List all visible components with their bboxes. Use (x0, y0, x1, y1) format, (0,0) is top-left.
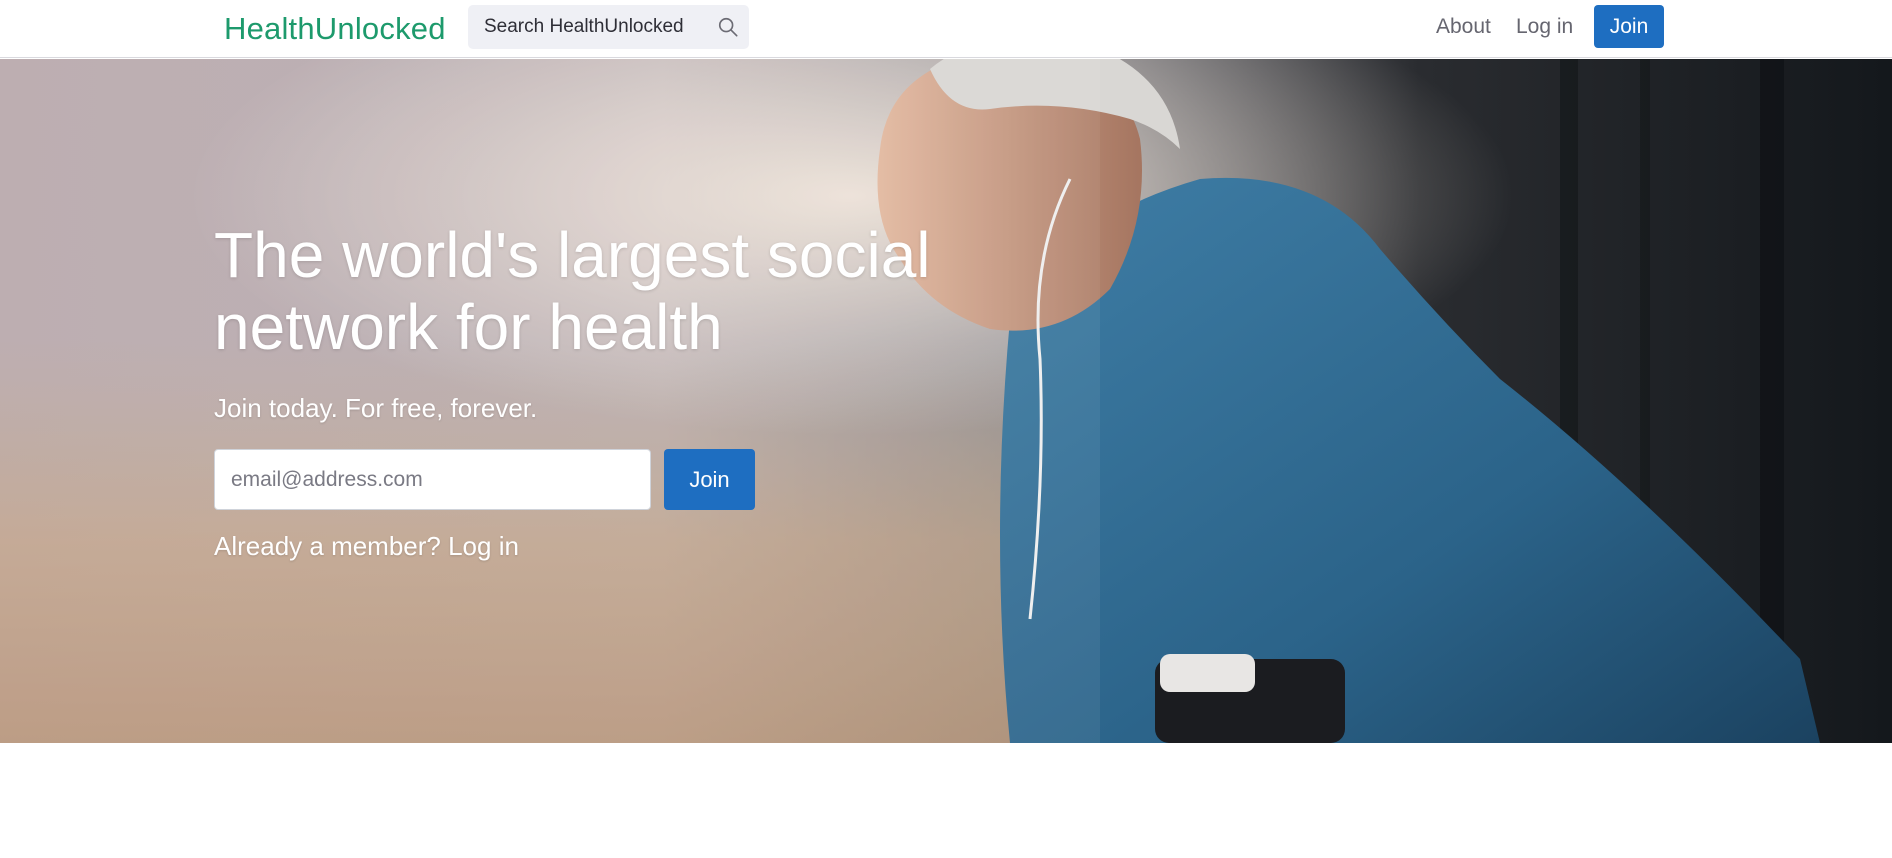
healthunlocked-logo[interactable]: HealthUnlocked (224, 10, 446, 48)
hero-subtitle: Join today. For free, forever. (214, 393, 538, 423)
nav-about-link[interactable]: About (1436, 0, 1491, 54)
already-member-login-link[interactable]: Already a member? Log in (214, 529, 519, 563)
hero-join-button[interactable]: Join (664, 449, 755, 510)
nav-join-button[interactable]: Join (1594, 5, 1664, 48)
hero-title: The world's largest social network for h… (214, 219, 931, 363)
search-icon[interactable] (717, 16, 739, 38)
email-input[interactable] (214, 449, 651, 510)
hero-section: The world's largest social network for h… (0, 59, 1892, 743)
search-placeholder: Search HealthUnlocked (484, 16, 684, 37)
search-box[interactable]: Search HealthUnlocked (468, 5, 749, 49)
nav-login-link[interactable]: Log in (1516, 0, 1573, 54)
top-navbar: HealthUnlocked Search HealthUnlocked Abo… (0, 0, 1892, 58)
